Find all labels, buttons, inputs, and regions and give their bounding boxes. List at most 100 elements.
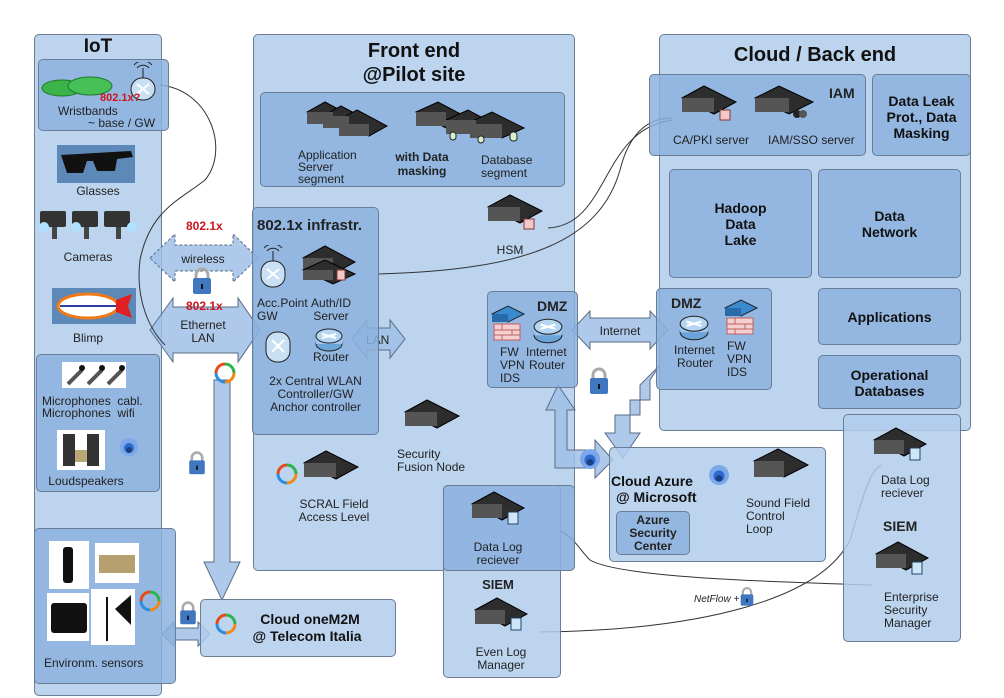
microphones-icon — [62, 362, 126, 388]
dlp-label-3: Masking — [893, 125, 950, 141]
dlp-label-2: Prot., Data — [886, 109, 957, 125]
azure-title-2: @ Microsoft — [616, 489, 697, 505]
hadoop-label-3: Lake — [724, 232, 757, 248]
ca-pki-label: CA/PKI server — [673, 133, 750, 147]
cloud-dmz-azure-arrow — [604, 364, 661, 459]
lock-icon-onem2m-link — [189, 451, 205, 475]
sound-sensor-icon-link — [580, 449, 600, 469]
asc-label-2: Security — [629, 526, 677, 540]
sound-field-server-icon — [752, 448, 810, 478]
asc-label-1: Azure — [636, 513, 670, 527]
internet-label: Internet — [599, 324, 641, 338]
frontend-title-line1: Front end — [367, 40, 461, 62]
onem2m-down-arrow — [203, 379, 241, 602]
netflow-label: NetFlow + — [694, 594, 740, 605]
scral-server-icon — [302, 450, 360, 480]
cloud-dmz-fw-label-1: FW — [727, 339, 746, 353]
dmz-fw-label-1: FW — [500, 345, 519, 359]
cloud-dmz-router-label-1: Internet — [674, 343, 715, 357]
access-point-label-2: GW — [257, 309, 278, 323]
wristband-protocol-label: 802.1x? — [100, 92, 141, 104]
esm-server-icon — [874, 541, 930, 575]
hadoop-label-1: Hadoop — [714, 200, 767, 216]
sound-field-label-3: Loop — [746, 522, 773, 536]
glasses-label: Glasses — [76, 184, 120, 198]
security-fusion-server-icon — [403, 399, 461, 429]
glasses-icon — [57, 145, 135, 183]
lock-icon-wireless — [193, 267, 211, 294]
dmz-frontend-title: DMZ — [537, 298, 568, 314]
auth-server-icon — [301, 245, 357, 285]
router-label: Router — [313, 350, 350, 364]
data-masking-label-2: masking — [397, 164, 447, 178]
router-icon — [315, 328, 343, 352]
siem-cloud-title: SIEM — [883, 518, 918, 534]
db-segment-label-2: segment — [481, 166, 528, 180]
cloud-dmz-router-icon — [679, 315, 709, 341]
cloud-dmz-title: DMZ — [671, 295, 702, 311]
db-server-icon — [414, 101, 526, 144]
siem-frontend-title: SIEM — [482, 577, 514, 592]
security-fusion-label-2: Fusion Node — [397, 460, 466, 474]
onem2m-title-1: Cloud oneM2M — [260, 611, 360, 627]
data-network-label-1: Data — [874, 208, 905, 224]
ethernet-8021x-label: 802.1x — [186, 299, 223, 313]
security-fusion-label-1: Security — [397, 447, 441, 461]
blimp-icon — [52, 288, 136, 324]
wireless-8021x-label: 802.1x — [186, 219, 223, 233]
lock-icon-netflow — [740, 587, 754, 606]
sound-field-label-2: Control — [746, 509, 785, 523]
dmz-router-label-1: Internet — [526, 345, 567, 359]
even-log-label-2: Manager — [477, 658, 525, 672]
env-sensors-icon — [47, 541, 139, 645]
lock-icon-env-link — [180, 601, 196, 625]
frontend-title-line2: @Pilot site — [362, 64, 466, 86]
onem2m-sync-icon-scral — [276, 463, 298, 485]
app-server-label-3: segment — [298, 172, 345, 186]
onem2m-title-2: @ Telecom Italia — [252, 628, 362, 644]
operational-db-label-1: Operational — [850, 367, 929, 383]
dmz-router-label-2: Router — [529, 358, 566, 372]
wlan-controller-icon — [265, 331, 291, 363]
db-segment-label-1: Database — [481, 153, 533, 167]
esm-label-1: Enterprise — [884, 590, 939, 604]
iot-title: IoT — [83, 36, 113, 57]
dlp-label-1: Data Leak — [888, 93, 955, 109]
scral-label-1: SCRAL Field — [299, 497, 369, 511]
auth-server-label-2: Server — [313, 309, 349, 323]
dmz-fw-label-3: IDS — [500, 371, 521, 385]
hadoop-label-2: Data — [725, 216, 756, 232]
cloud-dmz-fw-label-2: VPN — [727, 352, 752, 366]
hsm-label: HSM — [496, 243, 524, 257]
ca-pki-server-icon — [680, 85, 738, 121]
cloud-dmz-fw-label-3: IDS — [727, 365, 748, 379]
loudspeakers-icon — [57, 430, 105, 470]
wlan-controller-label-2: Controller/GW — [277, 387, 354, 401]
base-gw-label: ~ base / GW — [88, 116, 156, 130]
microphones-wifi-label: Microphones wifi — [42, 406, 135, 420]
sound-field-label-1: Sound Field — [746, 496, 811, 510]
dmz-router-icon — [533, 318, 563, 344]
iam-sso-label: IAM/SSO server — [768, 133, 855, 147]
sound-sensor-icon — [120, 438, 138, 456]
ethernet-label: Ethernet — [180, 318, 226, 332]
data-log-cloud-label-1: Data Log — [881, 473, 930, 487]
firewall-icon — [490, 305, 526, 341]
dmz-fw-label-2: VPN — [500, 358, 525, 372]
esm-label-3: Manager — [884, 616, 932, 630]
wireless-label: wireless — [181, 252, 225, 266]
lock-icon-internet — [590, 367, 608, 394]
even-log-server-icon — [473, 597, 529, 631]
even-log-label-1: Even Log — [475, 645, 527, 659]
sound-sensor-icon-azure — [709, 465, 729, 485]
wlan-controller-label-3: Anchor controller — [270, 400, 361, 414]
cameras-label: Cameras — [63, 250, 113, 264]
scral-label-2: Access Level — [298, 510, 370, 524]
env-sensors-label: Environm. sensors — [44, 656, 144, 670]
infra-title: 802.1x infrastr. — [257, 217, 363, 234]
cloud-firewall-icon — [723, 299, 759, 335]
ethernet-lan-label: LAN — [191, 331, 215, 345]
data-network-label-2: Network — [861, 224, 918, 240]
data-log-cloud-server-icon — [872, 427, 928, 461]
esm-label-2: Security — [884, 603, 928, 617]
